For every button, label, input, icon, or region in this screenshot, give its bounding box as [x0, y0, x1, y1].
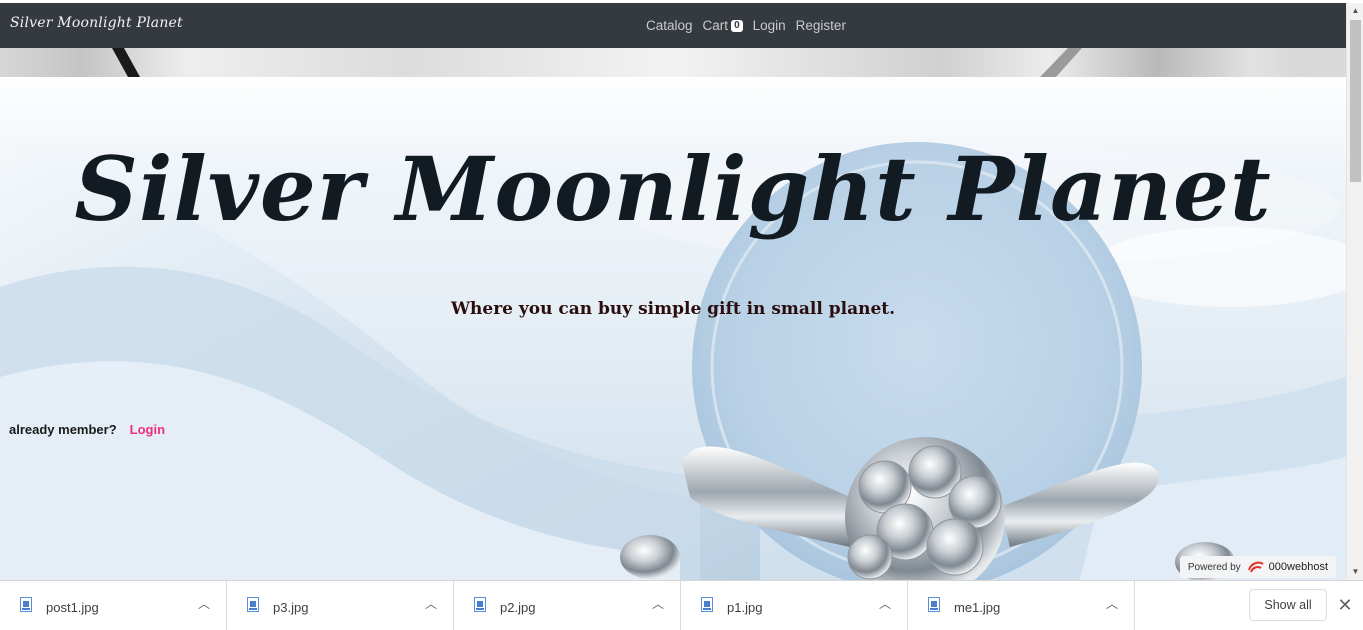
download-filename: p3.jpg	[273, 600, 309, 615]
scroll-down-arrow-icon[interactable]: ▼	[1347, 564, 1363, 580]
member-login-row: already member? Login	[9, 422, 165, 437]
image-file-icon	[474, 597, 486, 612]
webhost-logo-icon	[1247, 561, 1264, 573]
powered-by-badge[interactable]: Powered by 000webhost	[1179, 556, 1336, 578]
nav-links: Catalog Cart 0 Login Register	[646, 18, 856, 33]
download-item[interactable]: me1.jpg ︿	[908, 581, 1135, 630]
download-item[interactable]: p3.jpg ︿	[227, 581, 454, 630]
member-prompt-text: already member?	[9, 422, 117, 437]
nav-login-link[interactable]: Login	[753, 18, 786, 33]
image-file-icon	[928, 597, 940, 612]
page-scrollbar[interactable]: ▲ ▼	[1346, 3, 1363, 580]
downloads-bar: post1.jpg ︿ p3.jpg ︿ p2.jpg ︿ p1.jpg ︿ m…	[0, 580, 1363, 630]
chevron-up-icon[interactable]: ︿	[650, 595, 666, 613]
scroll-thumb[interactable]	[1350, 20, 1361, 182]
nav-cart-label: Cart	[702, 18, 729, 33]
download-filename: p1.jpg	[727, 600, 763, 615]
nav-catalog-link[interactable]: Catalog	[646, 18, 693, 33]
navbar-brand[interactable]: Silver Moonlight Planet	[10, 15, 183, 31]
hero-title: Silver Moonlight Planet	[74, 137, 1272, 241]
member-login-link[interactable]: Login	[130, 422, 165, 437]
close-icon[interactable]: ✕	[1336, 593, 1354, 617]
download-item[interactable]: p2.jpg ︿	[454, 581, 681, 630]
nav-cart-link[interactable]: Cart 0	[703, 18, 743, 33]
chevron-up-icon[interactable]: ︿	[423, 595, 439, 613]
download-item[interactable]: p1.jpg ︿	[681, 581, 908, 630]
banner-strip-art	[112, 48, 1346, 77]
header-banner-strip	[0, 48, 1346, 77]
chevron-up-icon[interactable]: ︿	[1104, 595, 1120, 613]
browser-viewport: Silver Moonlight Planet Catalog Cart 0 L…	[0, 0, 1363, 630]
cart-count-badge: 0	[731, 19, 743, 32]
hero-section: Silver Moonlight Planet Where you can bu…	[0, 77, 1346, 580]
download-filename: me1.jpg	[954, 600, 1001, 615]
powered-by-label: Powered by	[1187, 561, 1241, 573]
nav-register-link[interactable]: Register	[796, 18, 846, 33]
chevron-up-icon[interactable]: ︿	[196, 595, 212, 613]
download-filename: post1.jpg	[46, 600, 99, 615]
show-all-downloads-button[interactable]: Show all	[1249, 589, 1327, 621]
powered-by-name: 000webhost	[1268, 561, 1328, 573]
chevron-up-icon[interactable]: ︿	[877, 595, 893, 613]
download-filename: p2.jpg	[500, 600, 536, 615]
image-file-icon	[247, 597, 259, 612]
navbar: Silver Moonlight Planet Catalog Cart 0 L…	[0, 3, 1346, 48]
image-file-icon	[701, 597, 713, 612]
hero-subtitle: Where you can buy simple gift in small p…	[450, 299, 896, 319]
scroll-up-arrow-icon[interactable]: ▲	[1347, 3, 1363, 19]
download-item[interactable]: post1.jpg ︿	[0, 581, 227, 630]
image-file-icon	[20, 597, 32, 612]
